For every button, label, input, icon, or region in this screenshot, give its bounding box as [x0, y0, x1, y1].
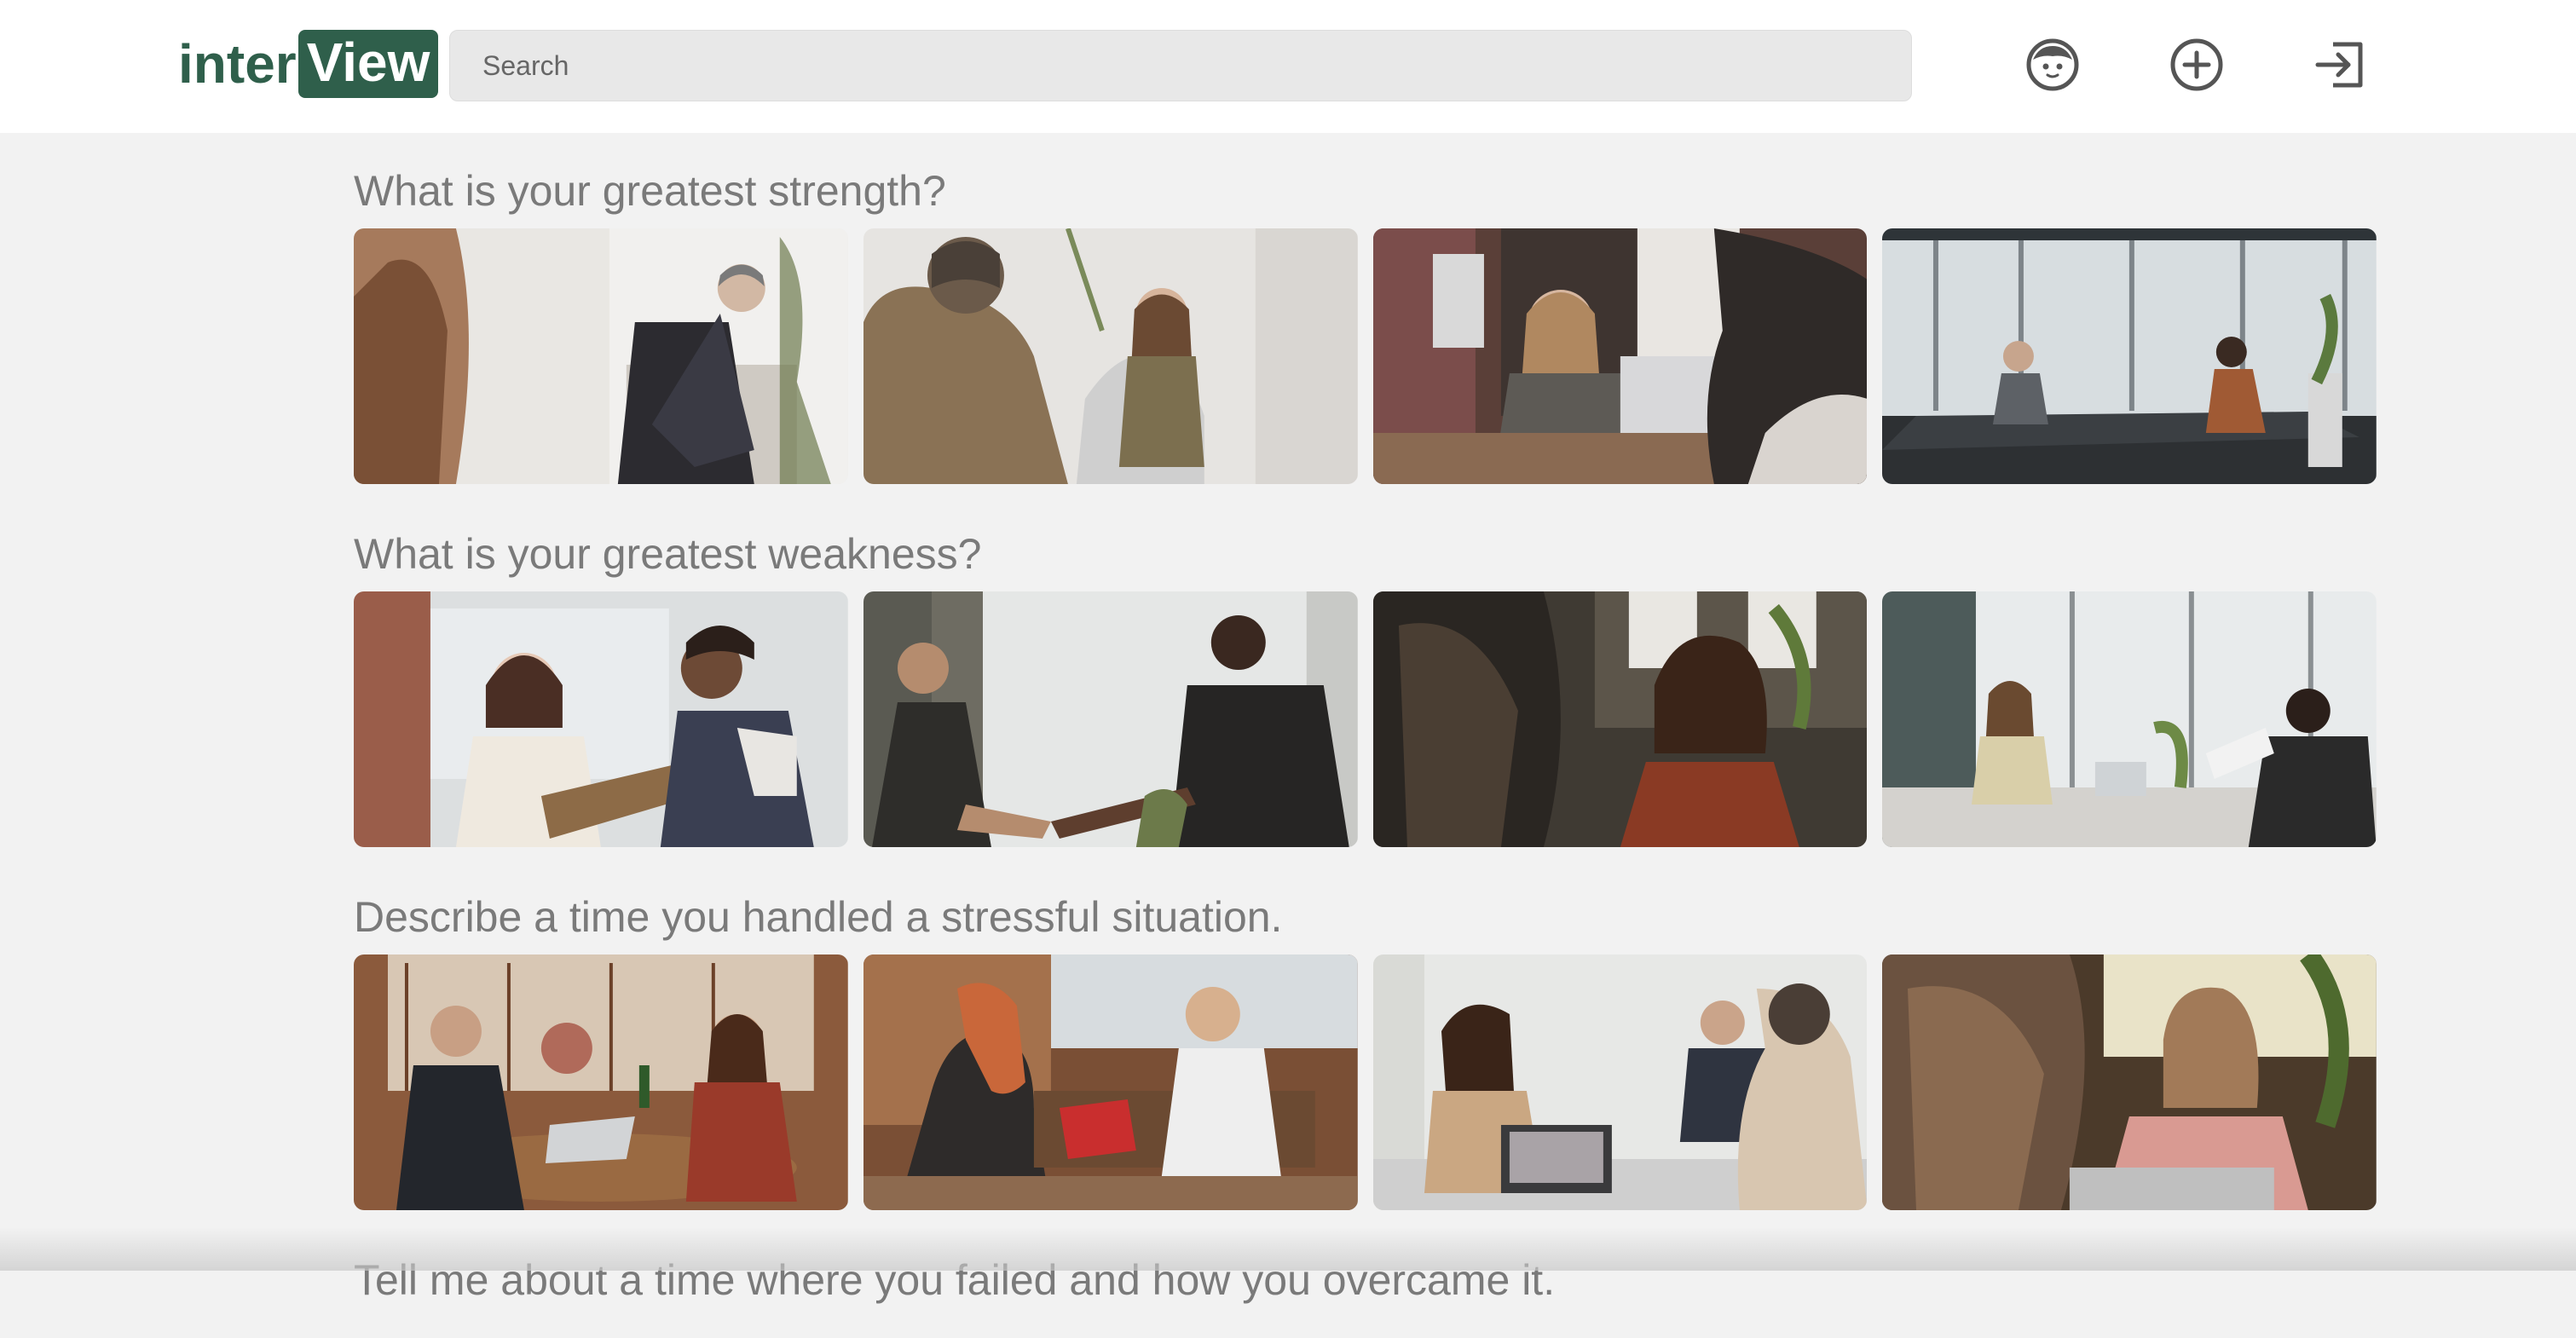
video-row [354, 228, 2377, 484]
logo-text-view: View [297, 30, 439, 98]
search-input[interactable] [449, 30, 1912, 101]
video-thumbnail[interactable] [1372, 228, 1868, 484]
add-circle-icon[interactable] [2163, 31, 2231, 99]
video-thumbnail[interactable] [863, 954, 1358, 1210]
video-thumbnail[interactable] [1882, 954, 2377, 1210]
video-thumbnail[interactable] [863, 591, 1358, 847]
bottom-fade [0, 1227, 2576, 1271]
section-title: What is your greatest strength? [354, 167, 946, 215]
video-row [354, 954, 2377, 1210]
top-header: inter View [0, 0, 2576, 133]
question-feed: What is your greatest strength? What is … [354, 133, 2377, 1318]
section-title: What is your greatest weakness? [354, 530, 982, 578]
video-thumbnail[interactable] [863, 228, 1358, 484]
video-thumbnail[interactable] [354, 591, 848, 847]
section-title: Describe a time you handled a stressful … [354, 893, 1283, 941]
app-logo[interactable]: inter View [178, 29, 439, 99]
sign-out-icon[interactable] [2307, 31, 2376, 99]
video-thumbnail[interactable] [354, 954, 848, 1210]
video-thumbnail[interactable] [1372, 591, 1868, 847]
video-thumbnail[interactable] [354, 228, 848, 484]
profile-face-icon[interactable] [2019, 31, 2087, 99]
logo-text-inter: inter [178, 33, 297, 95]
video-thumbnail[interactable] [1372, 954, 1868, 1210]
video-row [354, 591, 2377, 847]
video-thumbnail[interactable] [1882, 591, 2377, 847]
video-thumbnail[interactable] [1882, 228, 2377, 484]
